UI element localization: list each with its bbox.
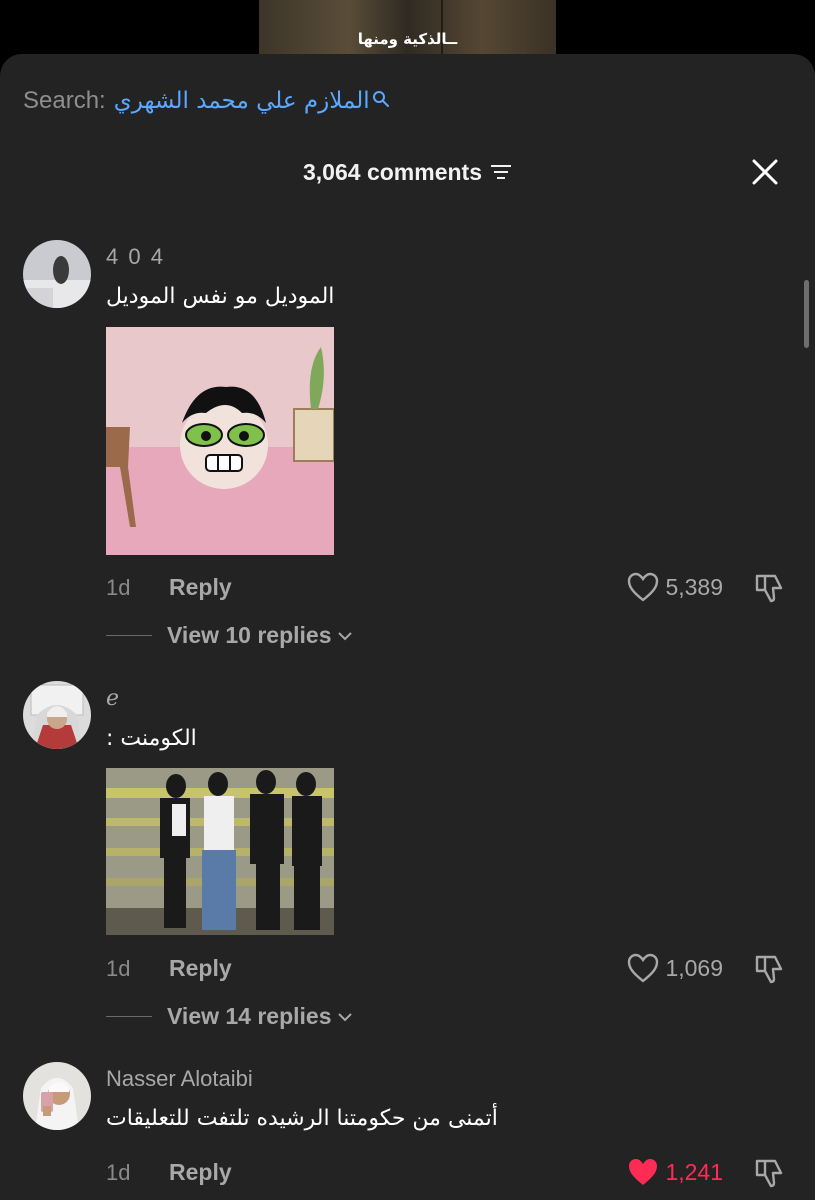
reply-button[interactable]: Reply	[169, 1159, 232, 1186]
divider	[106, 1016, 152, 1017]
view-replies-button[interactable]: View 10 replies	[106, 622, 353, 649]
comment-time: 1d	[106, 956, 131, 981]
dislike-icon[interactable]	[753, 572, 785, 604]
like-button[interactable]: 1,241	[627, 1157, 723, 1187]
like-button[interactable]: 1,069	[627, 953, 723, 983]
like-button[interactable]: 5,389	[627, 572, 723, 602]
video-thumbnail[interactable]: ــالذكية ومنها	[259, 0, 556, 54]
comment-time: 1d	[106, 1160, 131, 1185]
dislike-icon[interactable]	[753, 953, 785, 985]
avatar[interactable]	[23, 681, 91, 749]
close-icon[interactable]	[751, 158, 779, 186]
like-count: 1,241	[665, 1158, 723, 1185]
view-replies-label: View 10 replies	[167, 622, 332, 648]
chevron-down-icon	[337, 1012, 352, 1021]
comment-time: 1d	[106, 575, 131, 600]
search-suggestion[interactable]: Search: الملازم علي محمد الشهري	[23, 84, 390, 118]
comment-username[interactable]: 4 0 4	[106, 244, 165, 270]
search-query-link[interactable]: الملازم علي محمد الشهري	[114, 88, 370, 114]
heart-icon	[628, 572, 659, 602]
avatar[interactable]	[23, 1062, 91, 1130]
comment-count: 3,064 comments	[303, 158, 482, 185]
search-label: Search:	[23, 87, 106, 114]
scrollbar[interactable]	[804, 280, 809, 348]
heart-filled-icon	[629, 1159, 658, 1185]
comments-sheet: Search: الملازم علي محمد الشهري 3,064 co…	[0, 54, 815, 1200]
view-replies-button[interactable]: View 14 replies	[106, 1003, 353, 1030]
avatar[interactable]	[23, 240, 91, 308]
comment-text: الكومنت :	[106, 726, 197, 751]
comment-text: الموديل مو نفس الموديل	[106, 284, 335, 309]
sort-filter-icon[interactable]	[490, 163, 512, 181]
reply-button[interactable]: Reply	[169, 955, 232, 982]
comments-header: 3,064 comments	[0, 152, 815, 192]
chevron-down-icon	[337, 631, 352, 640]
dislike-icon[interactable]	[753, 1157, 785, 1189]
comment-text: أتمنى من حكومتنا الرشيده تلتفت للتعليقات	[106, 1106, 498, 1131]
comment-image-sticker[interactable]	[106, 327, 335, 555]
like-count: 5,389	[665, 573, 723, 600]
like-count: 1,069	[665, 954, 723, 981]
reply-button[interactable]: Reply	[169, 574, 232, 601]
comment-username[interactable]: Nasser Alotaibi	[106, 1066, 253, 1092]
search-icon	[372, 86, 390, 107]
heart-icon	[628, 953, 659, 983]
video-caption: ــالذكية ومنها	[357, 30, 458, 48]
divider	[106, 635, 152, 636]
comment-username[interactable]: e	[106, 686, 119, 711]
view-replies-label: View 14 replies	[167, 1003, 332, 1029]
comment-image-photo[interactable]	[106, 768, 334, 935]
